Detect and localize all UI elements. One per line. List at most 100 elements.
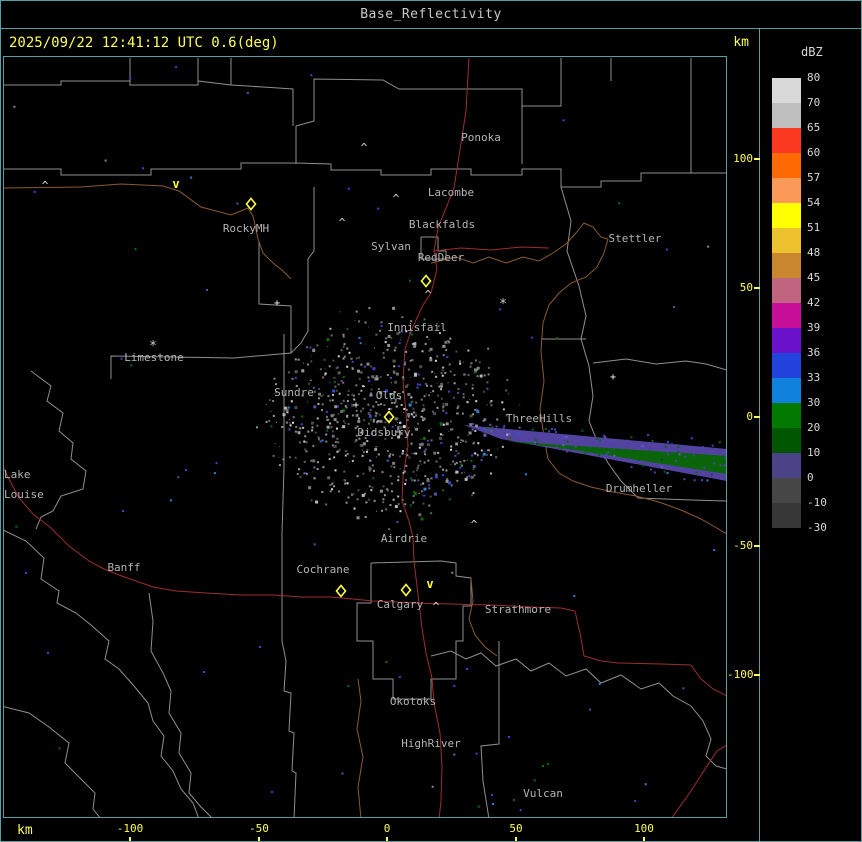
colorbar-block (772, 303, 801, 328)
colorbar-block (772, 328, 801, 353)
city-label: Limestone (124, 351, 184, 364)
radar-site-marker (335, 584, 347, 598)
colorbar-tick-label: 48 (807, 246, 821, 259)
x-axis-tick (129, 837, 131, 841)
colorbar-panel: dBZ 80 70 65 60 57 54 51 48 45 42 39 36 33 30 20 10 0 -10… (761, 29, 861, 841)
top-unit-label: km (733, 35, 749, 50)
vee-marker: v (172, 177, 179, 191)
radar-beam (464, 422, 726, 482)
colorbar-tick-label: 10 (807, 446, 821, 459)
info-bar: 2025/09/22 12:41:12 UTC 0.6(deg) km (1, 29, 759, 56)
markers-layer: vv^^^^^^^+++** (42, 141, 616, 613)
colorbar-tick-label: 60 (807, 146, 821, 159)
colorbar-tick-label: 36 (807, 346, 821, 359)
city-label: Stettler (609, 232, 662, 245)
y-axis-tick-label: -100 (727, 668, 754, 681)
vee-marker: v (426, 577, 433, 591)
caret-marker: ^ (425, 288, 432, 301)
colorbar-block (772, 353, 801, 378)
caret-marker: ^ (393, 192, 400, 205)
plus-marker: + (274, 298, 280, 309)
colorbar-tick-label: 42 (807, 296, 821, 309)
city-label: RockyMH (223, 222, 269, 235)
city-label: Banff (107, 561, 140, 574)
city-label: Okotoks (390, 695, 436, 708)
y-axis-tick-label: 100 (733, 152, 753, 165)
plus-marker: + (610, 372, 616, 383)
radar-site-marker (400, 583, 412, 597)
colorbar-block (772, 453, 801, 478)
city-label: Calgary (377, 598, 424, 611)
asterisk-marker: * (499, 297, 507, 312)
x-axis-tick-label: 50 (509, 822, 523, 835)
colorbar-block (772, 428, 801, 453)
colorbar-tick-label: 57 (807, 171, 821, 184)
page-title: Base_Reflectivity (360, 7, 502, 22)
x-axis-tick-label: 0 (383, 822, 391, 835)
colorbar-tick-label: -10 (807, 496, 827, 509)
bottom-unit-label: km (17, 823, 33, 838)
city-label: ThreeHills (506, 412, 572, 425)
colorbar-block (772, 103, 801, 128)
colorbar-block (772, 228, 801, 253)
colorbar-tick-label: 65 (807, 121, 821, 134)
colorbar-block (772, 378, 801, 403)
colorbar-block (772, 503, 801, 528)
clutter-layer (256, 306, 521, 531)
radar-app-window: Base_Reflectivity 2025/09/22 12:41:12 UT… (0, 0, 862, 842)
colorbar-block (772, 478, 801, 503)
city-label: Drumheller (606, 482, 673, 495)
radar-map-canvas[interactable]: vv^^^^^^^+++**PonokaLacombeBlackfaldsSyl… (4, 57, 726, 817)
city-label: Lake (4, 468, 31, 481)
colorbar-tick-label: 51 (807, 221, 821, 234)
caret-marker: ^ (339, 216, 346, 229)
x-axis-tick (386, 837, 388, 841)
colorbar-block (772, 203, 801, 228)
city-label: Vulcan (523, 787, 563, 800)
colorbar-tick-label: 20 (807, 421, 821, 434)
x-axis-tick (258, 837, 260, 841)
city-label: Blackfalds (409, 218, 475, 231)
colorbar-tick-label: 39 (807, 321, 821, 334)
y-axis-tick (754, 545, 760, 547)
timestamp-label: 2025/09/22 12:41:12 UTC 0.6(deg) (9, 35, 279, 51)
x-axis-tick-label: -50 (249, 822, 269, 835)
colorbar-block (772, 178, 801, 203)
city-label: Lacombe (428, 186, 474, 199)
city-label: Didsbury (358, 426, 411, 439)
colorbar-tick-label: 0 (807, 471, 814, 484)
y-axis-tick-label: 50 (739, 281, 753, 294)
colorbar-tick-label: 70 (807, 96, 821, 109)
city-label: RedDeer (418, 251, 465, 264)
x-axis-tick (643, 837, 645, 841)
colorbar-tick-label: 54 (807, 196, 821, 209)
colorbar-block (772, 153, 801, 178)
radar-site-marker (420, 274, 432, 288)
city-label: Airdrie (381, 532, 427, 545)
colorbar-block (772, 128, 801, 153)
x-axis-tick-label: 100 (634, 822, 654, 835)
colorbar-block (772, 403, 801, 428)
colorbar-block (772, 253, 801, 278)
y-axis-tick (754, 158, 760, 160)
x-axis: km -100 -50 0 50 100 (1, 818, 759, 841)
title-bar: Base_Reflectivity (1, 1, 861, 29)
city-label: Cochrane (297, 563, 350, 576)
colorbar-tick-label: 30 (807, 396, 821, 409)
caret-marker: ^ (42, 179, 49, 192)
y-axis-tick-label: -50 (733, 539, 753, 552)
colorbar-tick-label: 80 (807, 71, 821, 84)
y-axis-tick (754, 287, 760, 289)
x-axis-tick (515, 837, 517, 841)
city-label: Strathmore (485, 603, 551, 616)
city-label: Sylvan (371, 240, 411, 253)
city-label: Olds (376, 389, 403, 402)
colorbar-block (772, 278, 801, 303)
city-label: Ponoka (461, 131, 501, 144)
colorbar-block (772, 78, 801, 103)
city-label: Louise (4, 488, 44, 501)
x-axis-tick-label: -100 (116, 822, 144, 835)
caret-marker: ^ (433, 600, 440, 613)
city-label: Sundre (274, 386, 314, 399)
y-axis-tick (754, 674, 760, 676)
